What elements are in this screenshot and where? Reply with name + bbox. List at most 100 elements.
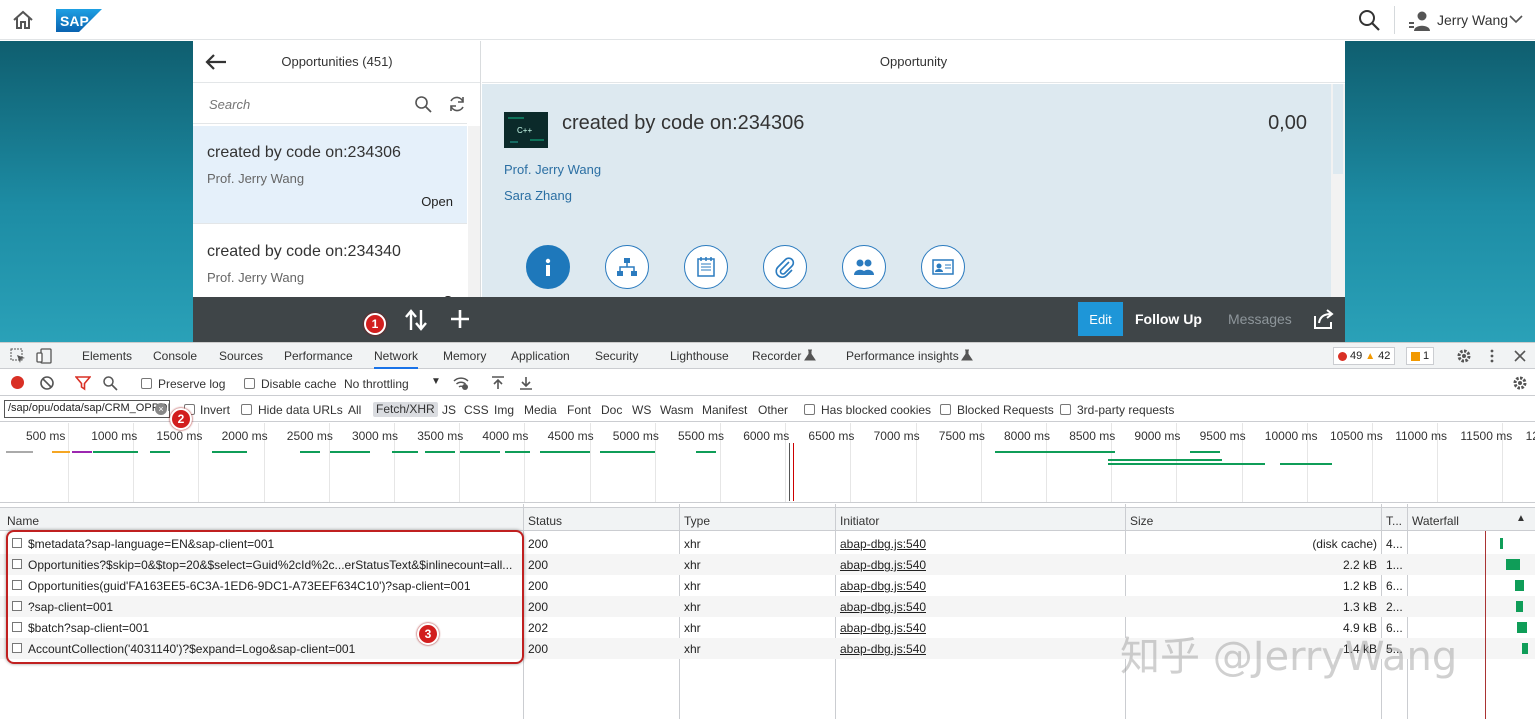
filter-type-js[interactable]: JS (442, 403, 456, 417)
search-icon[interactable] (102, 375, 118, 391)
record-icon[interactable] (11, 376, 24, 389)
filter-type-all[interactable]: All (348, 403, 361, 417)
timeline-request-bar (1280, 463, 1332, 465)
tab-elements[interactable]: Elements (82, 349, 132, 363)
blocked-requests-checkbox[interactable] (940, 404, 951, 415)
search-icon[interactable] (1357, 8, 1381, 32)
error-count: 49 (1350, 350, 1363, 362)
object-attribute-owner[interactable]: Prof. Jerry Wang (504, 162, 601, 177)
sort-icon[interactable] (404, 308, 428, 332)
column-name[interactable]: Name (7, 514, 39, 528)
tab-parties[interactable] (842, 245, 886, 289)
tab-network[interactable]: Network (374, 349, 419, 369)
preserve-log-checkbox[interactable] (141, 378, 152, 389)
filter-input[interactable]: /sap/opu/odata/sap/CRM_OPPORTUNITY (4, 400, 170, 418)
user-icon[interactable] (1408, 10, 1432, 32)
clear-filter-icon[interactable]: × (155, 403, 167, 415)
export-har-icon[interactable] (518, 375, 534, 391)
filter-type-css[interactable]: CSS (464, 403, 489, 417)
filter-type-media[interactable]: Media (524, 403, 557, 417)
request-initiator-link[interactable]: abap-dbg.js:540 (840, 579, 926, 593)
object-attribute-contact[interactable]: Sara Zhang (504, 188, 572, 203)
tab-notes[interactable] (684, 245, 728, 289)
request-initiator-link[interactable]: abap-dbg.js:540 (840, 642, 926, 656)
search-input[interactable] (209, 97, 399, 112)
detail-title: Opportunity (482, 41, 1345, 83)
filter-type-ws[interactable]: WS (632, 403, 651, 417)
throttling-select[interactable]: No throttling (344, 377, 409, 391)
network-conditions-icon[interactable] (453, 375, 469, 391)
blocked-cookies-checkbox[interactable] (804, 404, 815, 415)
network-settings-gear-icon[interactable] (1512, 375, 1528, 391)
list-item[interactable]: created by code on:234306 Prof. Jerry Wa… (193, 126, 467, 224)
more-options-icon[interactable] (1484, 348, 1500, 364)
home-icon[interactable] (12, 9, 34, 31)
filter-type-doc[interactable]: Doc (601, 403, 622, 417)
tab-application[interactable]: Application (511, 349, 570, 363)
sap-logo[interactable]: SAP (56, 9, 102, 32)
tab-hierarchy[interactable] (605, 245, 649, 289)
device-toolbar-icon[interactable] (36, 348, 52, 364)
tab-security[interactable]: Security (595, 349, 638, 363)
svg-text:SAP: SAP (60, 13, 89, 29)
notes-icon (697, 257, 715, 277)
warning-icon: ▲ (1365, 350, 1376, 362)
tab-info[interactable] (526, 245, 570, 289)
column-status[interactable]: Status (528, 514, 562, 528)
detail-scrollbar[interactable] (1331, 84, 1345, 297)
column-waterfall[interactable]: Waterfall (1412, 514, 1459, 528)
issues-counter[interactable]: 1 (1406, 347, 1435, 365)
column-initiator[interactable]: Initiator (840, 514, 879, 528)
filter-type-wasm[interactable]: Wasm (660, 403, 694, 417)
column-size[interactable]: Size (1130, 514, 1153, 528)
search-icon[interactable] (414, 95, 432, 113)
chevron-down-icon[interactable] (1509, 13, 1523, 25)
user-name[interactable]: Jerry Wang (1437, 12, 1508, 28)
tab-sources[interactable]: Sources (219, 349, 263, 363)
column-type[interactable]: Type (684, 514, 710, 528)
tab-attachments[interactable] (763, 245, 807, 289)
column-time[interactable]: T... (1386, 514, 1402, 528)
timeline-activity-bar (540, 451, 590, 453)
request-type: xhr (684, 579, 701, 593)
refresh-icon[interactable] (448, 95, 466, 113)
settings-gear-icon[interactable] (1456, 348, 1472, 364)
filter-type-other[interactable]: Other (758, 403, 788, 417)
tab-recorder[interactable]: Recorder (752, 349, 801, 363)
request-initiator-link[interactable]: abap-dbg.js:540 (840, 600, 926, 614)
throttling-dropdown-icon[interactable]: ▼ (431, 376, 441, 387)
disable-cache-checkbox[interactable] (244, 378, 255, 389)
filter-type-fetch-xhr[interactable]: Fetch/XHR (373, 402, 438, 417)
network-overview-timeline[interactable]: 500 ms 1000 ms 1500 ms 2000 ms 2500 ms 3000 m… (0, 423, 1535, 503)
filter-icon[interactable] (75, 375, 91, 391)
filter-type-img[interactable]: Img (494, 403, 514, 417)
tab-memory[interactable]: Memory (443, 349, 486, 363)
request-initiator-link[interactable]: abap-dbg.js:540 (840, 537, 926, 551)
hide-data-urls-checkbox[interactable] (241, 404, 252, 415)
sort-ascending-icon[interactable]: ▲ (1516, 513, 1526, 524)
messages-button[interactable]: Messages (1228, 311, 1292, 327)
clear-icon[interactable] (39, 375, 55, 391)
add-icon[interactable] (449, 308, 471, 330)
master-scrollbar[interactable] (468, 126, 480, 297)
close-icon[interactable] (1512, 348, 1528, 364)
timeline-tick-label: 3000 ms (352, 429, 399, 443)
request-initiator-link[interactable]: abap-dbg.js:540 (840, 621, 926, 635)
list-item[interactable]: created by code on:234340 Prof. Jerry Wa… (193, 225, 467, 297)
tab-console[interactable]: Console (153, 349, 197, 363)
follow-up-button[interactable]: Follow Up (1135, 311, 1202, 327)
filter-type-font[interactable]: Font (567, 403, 591, 417)
edit-button[interactable]: Edit (1078, 302, 1123, 336)
error-warning-counter[interactable]: 49 ▲ 42 (1333, 347, 1396, 365)
tab-performance[interactable]: Performance (284, 349, 353, 363)
filter-type-manifest[interactable]: Manifest (702, 403, 747, 417)
import-har-icon[interactable] (490, 375, 506, 391)
share-icon[interactable] (1311, 308, 1335, 330)
third-party-checkbox[interactable] (1060, 404, 1071, 415)
tab-contact-card[interactable] (921, 245, 965, 289)
tab-performance-insights[interactable]: Performance insights (846, 349, 959, 363)
inspect-element-icon[interactable] (10, 348, 26, 364)
waterfall-bar (1515, 580, 1524, 591)
request-initiator-link[interactable]: abap-dbg.js:540 (840, 558, 926, 572)
tab-lighthouse[interactable]: Lighthouse (670, 349, 729, 363)
